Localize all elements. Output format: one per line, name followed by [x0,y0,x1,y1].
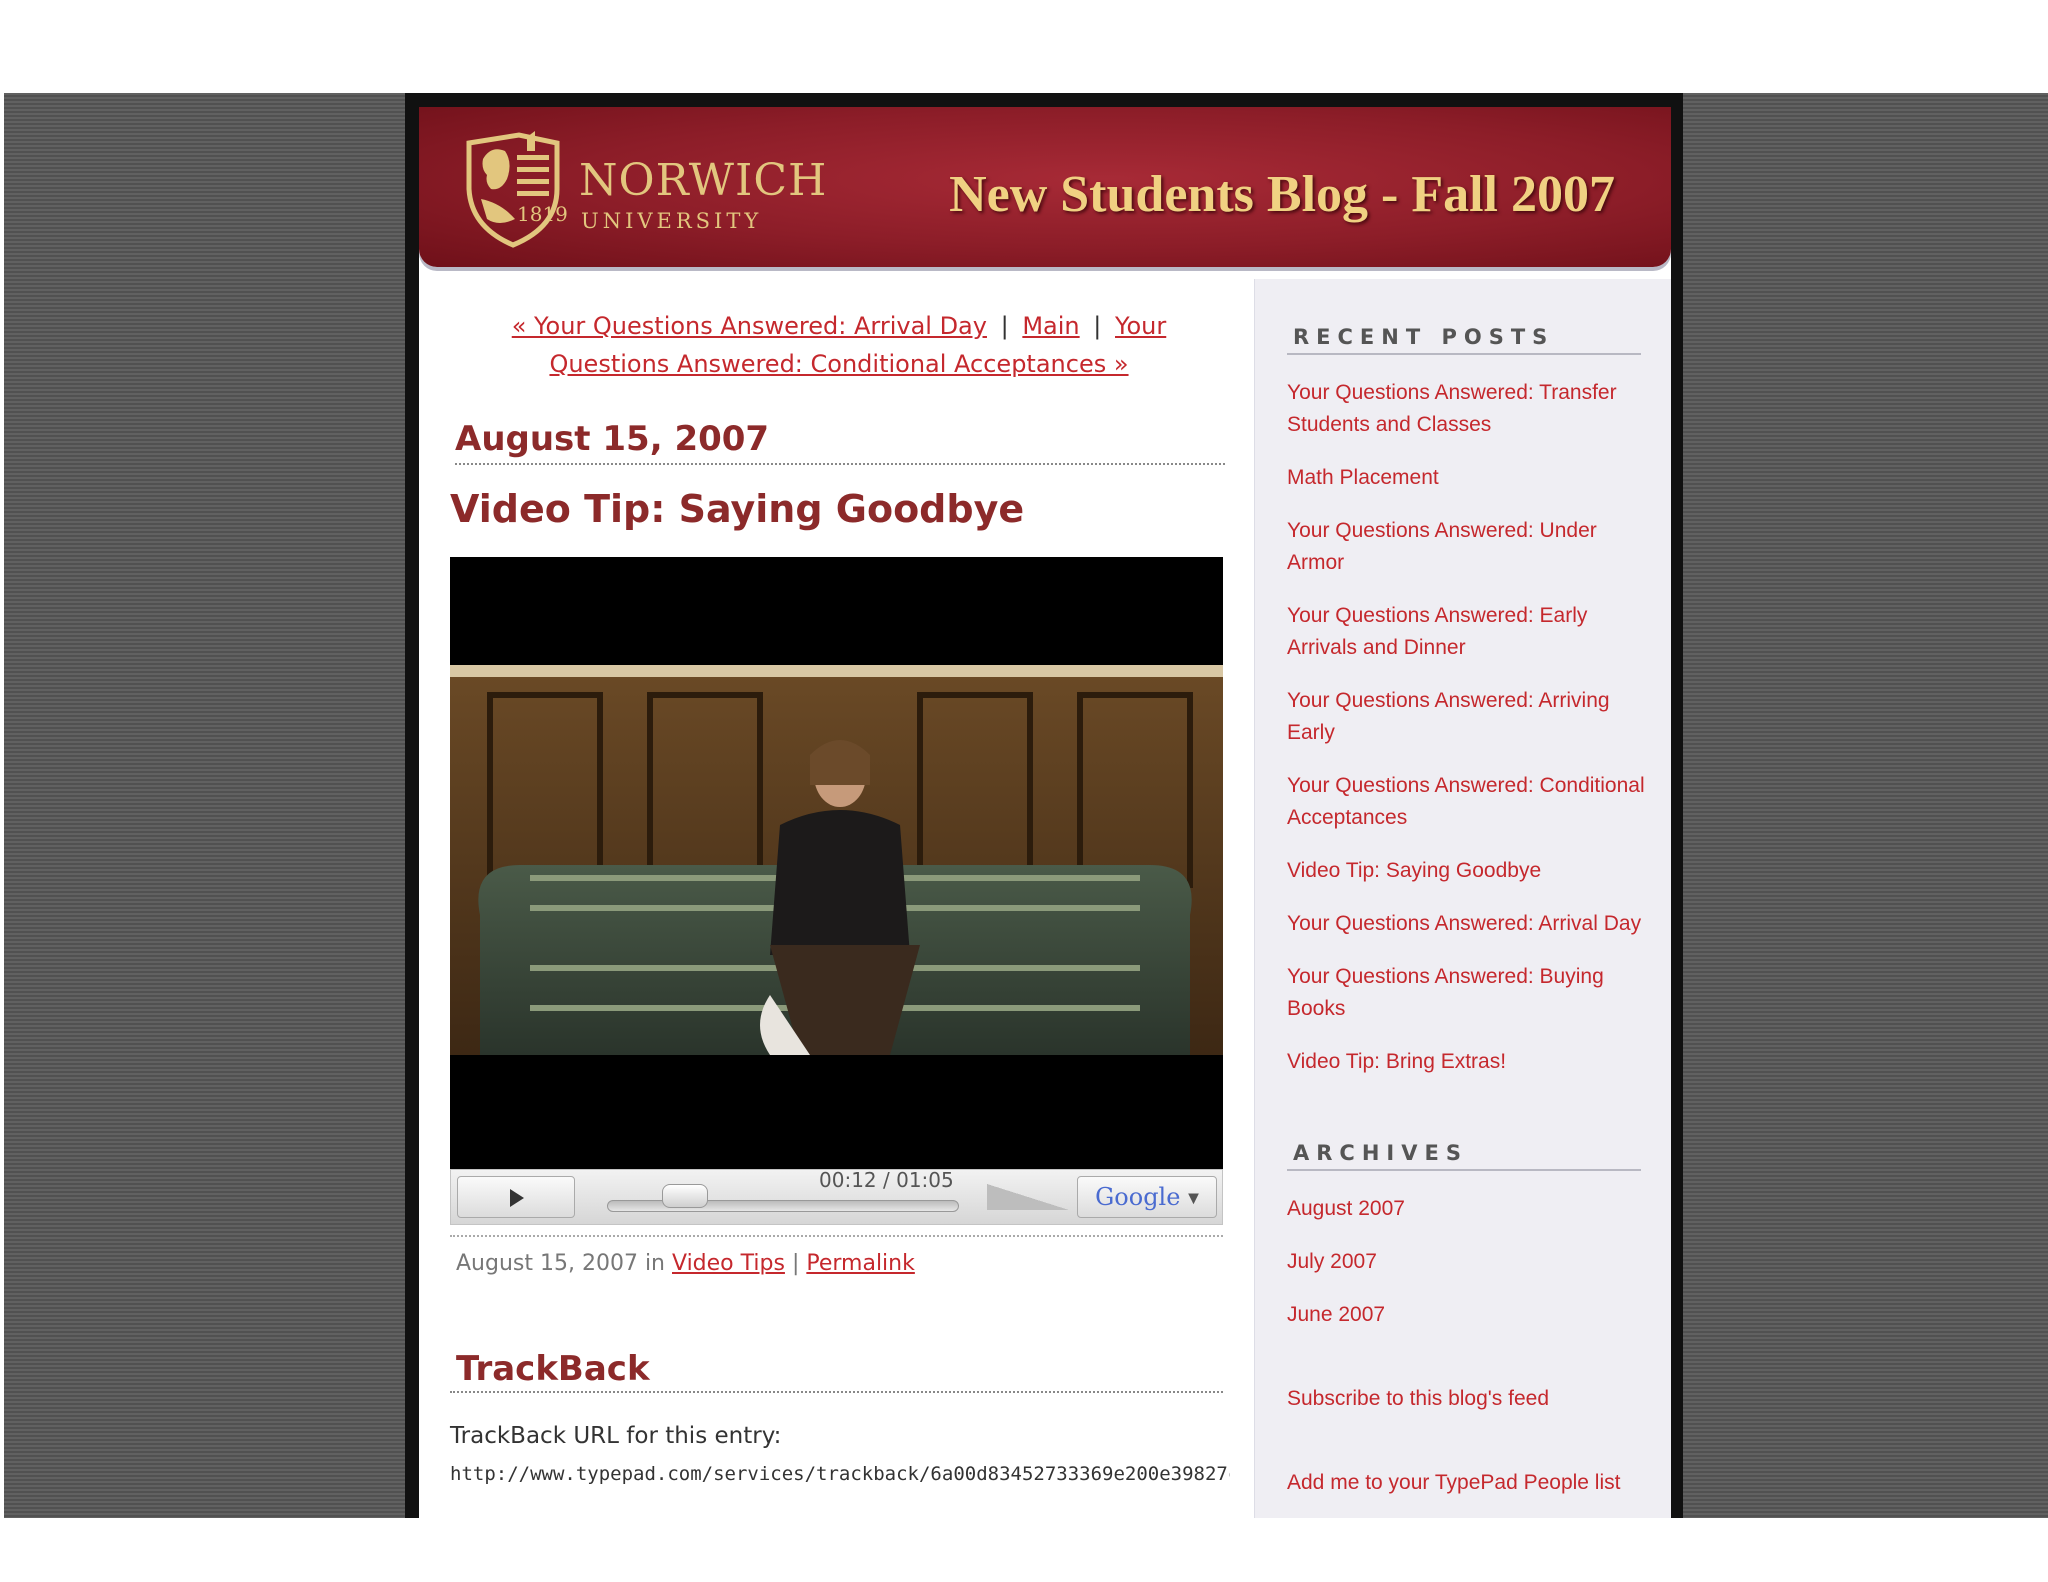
trackback-url: http://www.typepad.com/services/trackbac… [450,1463,1230,1485]
recent-post-link[interactable]: Your Questions Answered: Transfer Studen… [1287,381,1617,436]
archive-item[interactable]: June 2007 [1287,1299,1647,1331]
archive-item[interactable]: August 2007 [1287,1193,1647,1225]
permalink-link[interactable]: Permalink [806,1251,915,1276]
post-navigation: « Your Questions Answered: Arrival Day |… [459,307,1219,383]
recent-post-link[interactable]: Your Questions Answered: Arriving Early [1287,689,1610,744]
volume-slider[interactable] [987,1184,1069,1210]
google-video-menu-button[interactable]: Google ▼ [1077,1176,1217,1218]
recent-post-item[interactable]: Math Placement [1287,462,1647,494]
norwich-shield-logo-icon: 1819 [466,131,568,248]
blog-page: 1819 NORWICH UNIVERSITY New Students Blo… [419,107,1671,1518]
recent-post-link[interactable]: Your Questions Answered: Early Arrivals … [1287,604,1587,659]
main-content: « Your Questions Answered: Arrival Day |… [419,279,1254,1518]
recent-post-link[interactable]: Your Questions Answered: Under Armor [1287,519,1597,574]
video-player[interactable] [450,557,1223,1171]
video-frame-image [450,665,1223,1055]
archives-heading: ARCHIVES [1287,1141,1641,1171]
sidebar: RECENT POSTS Your Questions Answered: Tr… [1254,279,1671,1518]
google-video-logo: Google [1095,1183,1181,1211]
chevron-down-icon: ▼ [1188,1190,1199,1207]
recent-post-link[interactable]: Math Placement [1287,466,1439,489]
meta-separator: | [791,1251,800,1276]
nav-separator: | [1093,312,1102,340]
logo-subtitle: UNIVERSITY [581,209,763,233]
recent-post-link[interactable]: Video Tip: Saying Goodbye [1287,859,1541,882]
video-time: 00:12 / 01:05 [819,1168,954,1192]
post-meta: August 15, 2007 in Video Tips | Permalin… [450,1235,1223,1276]
recent-posts-list: Your Questions Answered: Transfer Studen… [1287,377,1647,1099]
recent-post-item[interactable]: Your Questions Answered: Arrival Day [1287,908,1647,940]
recent-post-item[interactable]: Your Questions Answered: Early Arrivals … [1287,600,1647,664]
recent-post-link[interactable]: Video Tip: Bring Extras! [1287,1050,1506,1073]
browser-viewport-background: 1819 NORWICH UNIVERSITY New Students Blo… [4,93,2048,1518]
recent-post-item[interactable]: Your Questions Answered: Under Armor [1287,515,1647,579]
recent-posts-heading: RECENT POSTS [1287,325,1641,355]
category-link[interactable]: Video Tips [672,1251,785,1276]
recent-post-item[interactable]: Your Questions Answered: Transfer Studen… [1287,377,1647,441]
nav-separator: | [1000,312,1009,340]
blog-title: New Students Blog - Fall 2007 [949,166,1615,223]
trackback-heading: TrackBack [450,1349,1223,1393]
recent-post-item[interactable]: Your Questions Answered: Buying Books [1287,961,1647,1025]
blog-banner: 1819 NORWICH UNIVERSITY New Students Blo… [419,107,1671,267]
seek-bar[interactable] [607,1200,959,1212]
archive-link[interactable]: August 2007 [1287,1197,1405,1220]
archives-list: August 2007 July 2007 June 2007 [1287,1193,1647,1352]
trackback-label: TrackBack URL for this entry: [450,1423,782,1449]
recent-post-item[interactable]: Video Tip: Saying Goodbye [1287,855,1647,887]
recent-post-item[interactable]: Your Questions Answered: Arriving Early [1287,685,1647,749]
post-date: August 15, 2007 [455,419,1225,465]
video-controls: 00:12 / 01:05 Google ▼ [450,1168,1223,1225]
recent-post-link[interactable]: Your Questions Answered: Buying Books [1287,965,1604,1020]
blog-frame: 1819 NORWICH UNIVERSITY New Students Blo… [405,93,1683,1518]
archive-link[interactable]: June 2007 [1287,1303,1385,1326]
subscribe-feed-link[interactable]: Subscribe to this blog's feed [1287,1387,1549,1411]
logo-wordmark: NORWICH [579,155,828,206]
post-meta-date: August 15, 2007 in [456,1251,665,1276]
seek-handle[interactable] [662,1184,709,1208]
recent-post-link[interactable]: Your Questions Answered: Arrival Day [1287,912,1641,935]
post-title: Video Tip: Saying Goodbye [450,487,1025,531]
logo-year: 1819 [517,202,568,226]
prev-post-link[interactable]: « Your Questions Answered: Arrival Day [512,312,987,340]
recent-post-link[interactable]: Your Questions Answered: Conditional Acc… [1287,774,1645,829]
recent-post-item[interactable]: Video Tip: Bring Extras! [1287,1046,1647,1078]
main-link[interactable]: Main [1022,312,1079,340]
archive-link[interactable]: July 2007 [1287,1250,1377,1273]
recent-post-item[interactable]: Your Questions Answered: Conditional Acc… [1287,770,1647,834]
archive-item[interactable]: July 2007 [1287,1246,1647,1278]
typepad-people-link[interactable]: Add me to your TypePad People list [1287,1471,1620,1495]
play-button[interactable] [457,1176,575,1218]
